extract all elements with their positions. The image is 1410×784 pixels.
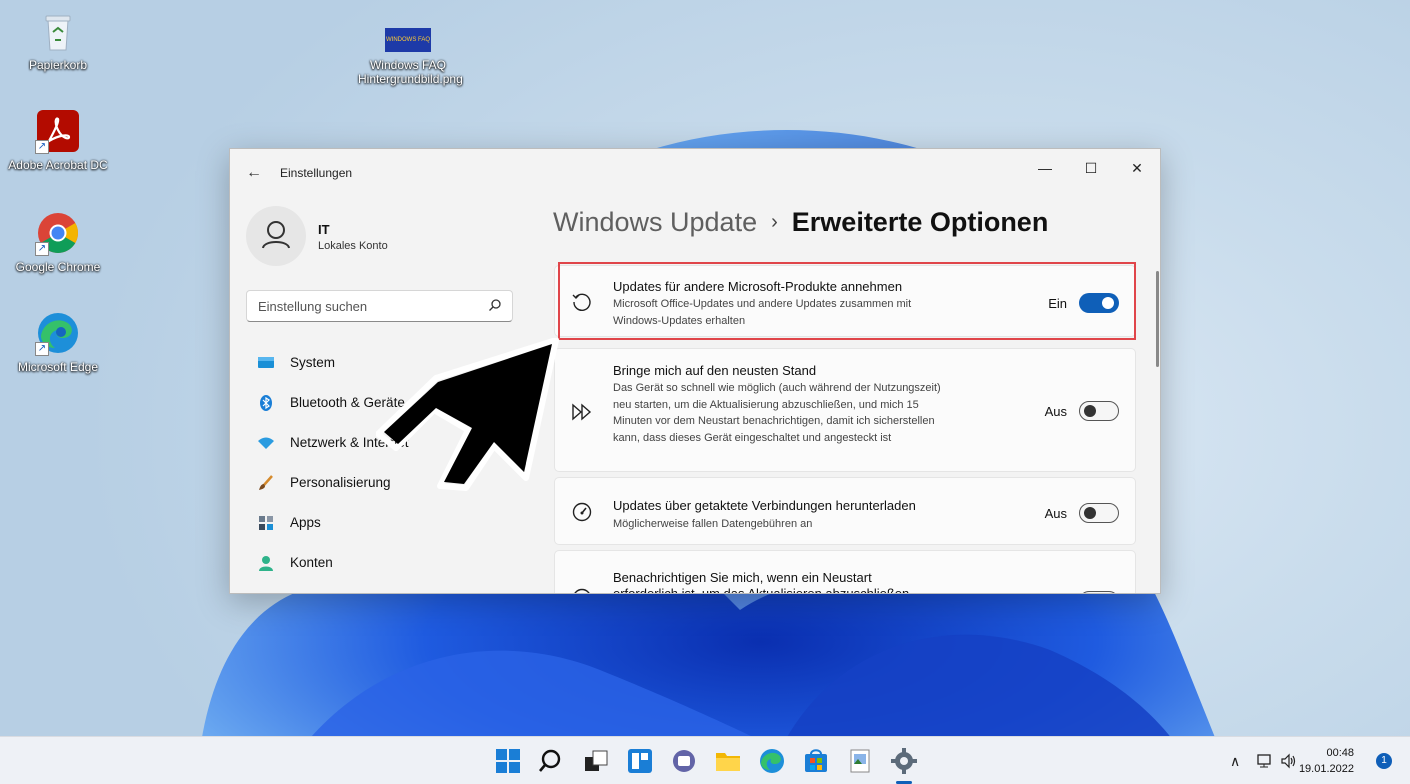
desktop-icon-label: Windows FAQ Hintergrundbild.png (358, 58, 463, 86)
file-explorer-icon[interactable] (714, 747, 742, 775)
option-description: Möglicherweise fallen Datengebühren an (613, 518, 813, 530)
desktop-icon-label: Papierkorb (28, 58, 88, 72)
breadcrumb-parent[interactable]: Windows Update (553, 207, 757, 237)
breadcrumb-separator: › (771, 211, 778, 233)
restart-notification-toggle[interactable] (1079, 591, 1119, 593)
title-bar: ← Einstellungen — ☐ ✕ (230, 149, 1160, 197)
shortcut-arrow-icon: ↗ (35, 242, 49, 256)
toggle-state-label: Aus (1044, 506, 1067, 521)
option-description: Das Gerät so schnell wie möglich (auch w… (613, 382, 941, 444)
highlight-frame (558, 262, 1136, 340)
search-icon (489, 299, 501, 311)
desktop-icon-label: Adobe Acrobat DC (8, 158, 108, 172)
chrome-icon: ↗ (35, 210, 81, 256)
settings-window: ← Einstellungen — ☐ ✕ IT Lokales Konto E… (229, 148, 1161, 594)
desktop-icon-label: Google Chrome (15, 260, 101, 274)
wifi-icon (258, 437, 274, 449)
brush-icon (259, 475, 273, 490)
recycle-bin-icon (35, 8, 81, 54)
chat-icon[interactable] (670, 747, 698, 775)
fast-forward-icon (572, 403, 592, 421)
sidebar-item-apps[interactable]: Apps (246, 503, 516, 543)
option-restart-notification[interactable]: Benachrichtigen Sie mich, wenn ein Neust… (554, 550, 1136, 594)
edge-icon: ↗ (35, 310, 81, 356)
option-description: erforderlich ist, um das Aktualisieren a… (613, 586, 910, 594)
search-icon[interactable] (538, 747, 566, 775)
apps-icon (259, 516, 273, 530)
volume-icon[interactable] (1280, 752, 1298, 770)
page-title: Erweiterte Optionen (791, 207, 1049, 237)
user-name: IT (318, 222, 330, 237)
option-title: Benachrichtigen Sie mich, wenn ein Neust… (613, 570, 872, 585)
desktop-icon-recycle-bin[interactable]: Papierkorb (8, 8, 108, 72)
content-scrollbar[interactable] (1156, 271, 1159, 367)
shortcut-arrow-icon: ↗ (35, 342, 49, 356)
person-icon (259, 556, 273, 571)
option-title: Updates über getaktete Verbindungen heru… (613, 498, 916, 513)
settings-gear-icon[interactable] (890, 747, 918, 775)
network-icon[interactable] (1256, 752, 1274, 770)
close-button[interactable]: ✕ (1114, 153, 1160, 183)
person-icon (262, 221, 290, 249)
app-title: Einstellungen (280, 166, 353, 180)
option-up-to-date[interactable]: Bringe mich auf den neusten Stand Das Ge… (554, 348, 1136, 472)
gauge-icon (572, 502, 592, 522)
notification-badge[interactable]: 1 (1376, 753, 1392, 769)
bell-icon (574, 588, 590, 593)
account-type: Lokales Konto (318, 240, 388, 252)
desktop-icon-edge[interactable]: ↗ Microsoft Edge (8, 310, 108, 374)
desktop-icon-wallpaper-file[interactable]: WINDOWS FAQ Windows FAQ Hintergrundbild.… (358, 28, 463, 86)
metered-toggle[interactable] (1079, 503, 1119, 523)
search-placeholder: Einstellung suchen (258, 299, 368, 314)
avatar[interactable] (246, 206, 306, 266)
desktop-icon-label: Microsoft Edge (17, 360, 99, 374)
desktop-icon-chrome[interactable]: ↗ Google Chrome (8, 210, 108, 274)
shortcut-arrow-icon: ↗ (35, 140, 49, 154)
sidebar-item-accounts[interactable]: Konten (246, 543, 516, 583)
clock-time: 00:48 (1326, 747, 1354, 759)
chevron-up-icon[interactable]: ∧ (1230, 753, 1240, 770)
start-icon[interactable] (494, 747, 522, 775)
edge-icon[interactable] (758, 747, 786, 775)
option-title: Bringe mich auf den neusten Stand (613, 363, 817, 378)
up-to-date-toggle[interactable] (1079, 401, 1119, 421)
taskbar: ∧ 00:48 19.01.2022 1 (0, 736, 1410, 784)
minimize-button[interactable]: — (1022, 153, 1068, 183)
task-view-icon[interactable] (582, 747, 610, 775)
back-arrow-icon[interactable]: ← (244, 163, 264, 183)
monitor-icon (258, 357, 274, 368)
settings-search-input[interactable]: Einstellung suchen (246, 290, 513, 322)
pointer-arrow-icon (376, 338, 559, 491)
widgets-icon[interactable] (626, 747, 654, 775)
thumbnail-text: WINDOWS FAQ (386, 37, 430, 43)
maximize-button[interactable]: ☐ (1068, 153, 1114, 183)
image-file-icon: WINDOWS FAQ (385, 28, 431, 52)
store-icon[interactable] (802, 747, 830, 775)
bluetooth-icon (260, 395, 272, 411)
breadcrumb: Windows Update › Erweiterte Optionen (553, 207, 1048, 238)
acrobat-icon: ↗ (35, 108, 81, 154)
toggle-state-label: Aus (1044, 404, 1067, 419)
option-metered-connections[interactable]: Updates über getaktete Verbindungen heru… (554, 477, 1136, 545)
clock-date: 19.01.2022 (1298, 763, 1354, 775)
clock[interactable]: 00:48 19.01.2022 (1299, 745, 1354, 777)
desktop-icon-acrobat[interactable]: ↗ Adobe Acrobat DC (8, 108, 108, 172)
photos-app-icon[interactable] (846, 747, 874, 775)
